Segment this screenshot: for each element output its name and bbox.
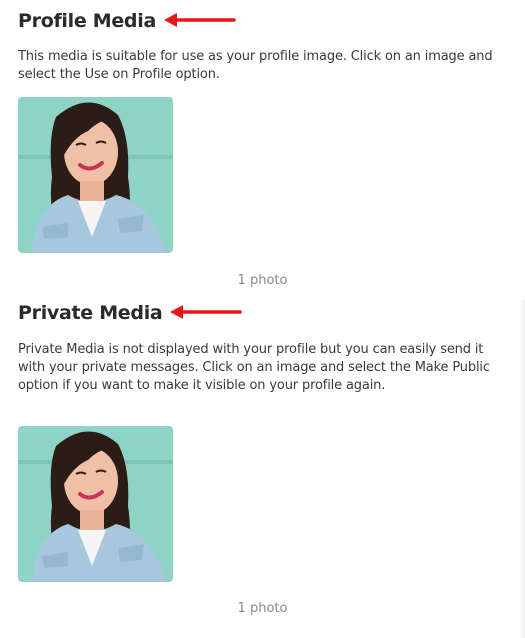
private-media-description: Private Media is not displayed with your… bbox=[18, 342, 490, 393]
private-media-heading-row: Private Media bbox=[18, 300, 508, 326]
profile-media-title: Profile Media bbox=[18, 10, 156, 32]
profile-media-heading-row: Profile Media bbox=[18, 8, 508, 34]
profile-media-description: This media is suitable for use as your p… bbox=[18, 49, 493, 82]
private-media-photo[interactable] bbox=[18, 426, 173, 582]
portrait-image bbox=[18, 97, 173, 253]
private-media-photo-count: 1 photo bbox=[237, 601, 288, 616]
red-arrow-icon bbox=[164, 13, 236, 27]
profile-media-photo[interactable] bbox=[18, 97, 173, 253]
profile-media-section: Profile Media This media is suitable for… bbox=[18, 8, 508, 84]
private-media-section: Private Media Private Media is not displ… bbox=[18, 300, 508, 395]
portrait-image bbox=[18, 426, 173, 582]
profile-media-photo-count: 1 photo bbox=[237, 273, 288, 288]
private-media-title: Private Media bbox=[18, 302, 163, 324]
red-arrow-icon bbox=[170, 305, 242, 319]
page-edge-shadow bbox=[520, 300, 525, 638]
